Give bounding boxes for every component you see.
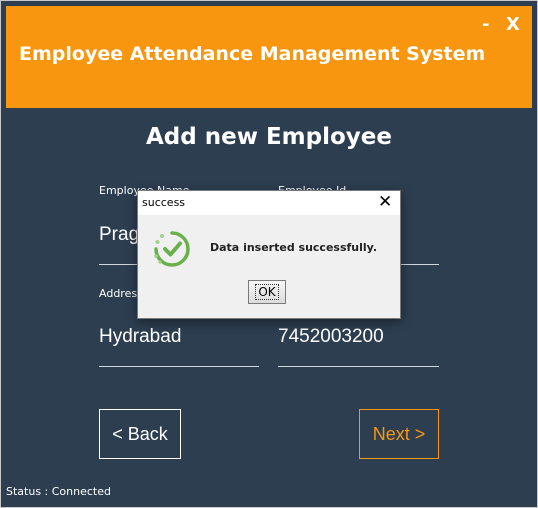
form-title: Add new Employee (146, 124, 392, 150)
employee-name-input[interactable]: Prag (99, 224, 139, 246)
ok-button[interactable]: OK (248, 280, 286, 304)
status-text: Status : Connected (6, 485, 111, 498)
dialog-title: success (142, 196, 186, 209)
dialog-close-button[interactable]: ✕ (378, 192, 392, 212)
address-input[interactable]: Hydrabad (99, 326, 181, 348)
ok-button-label: OK (255, 284, 279, 300)
minimize-button[interactable]: - (482, 14, 489, 35)
back-button[interactable]: < Back (99, 409, 181, 459)
dialog-message: Data inserted successfully. (210, 241, 377, 254)
success-dialog: success ✕ Data inserted successfully. OK (137, 190, 401, 319)
dialog-title-bar: success ✕ (138, 191, 400, 215)
address-underline (99, 366, 259, 367)
phone-underline (278, 366, 439, 367)
title-bar: Employee Attendance Management System - … (6, 6, 532, 108)
phone-input[interactable]: 7452003200 (278, 326, 384, 348)
app-title: Employee Attendance Management System (19, 43, 486, 65)
success-check-icon (150, 227, 194, 271)
next-button[interactable]: Next > (359, 409, 439, 459)
close-button[interactable]: X (506, 14, 520, 35)
